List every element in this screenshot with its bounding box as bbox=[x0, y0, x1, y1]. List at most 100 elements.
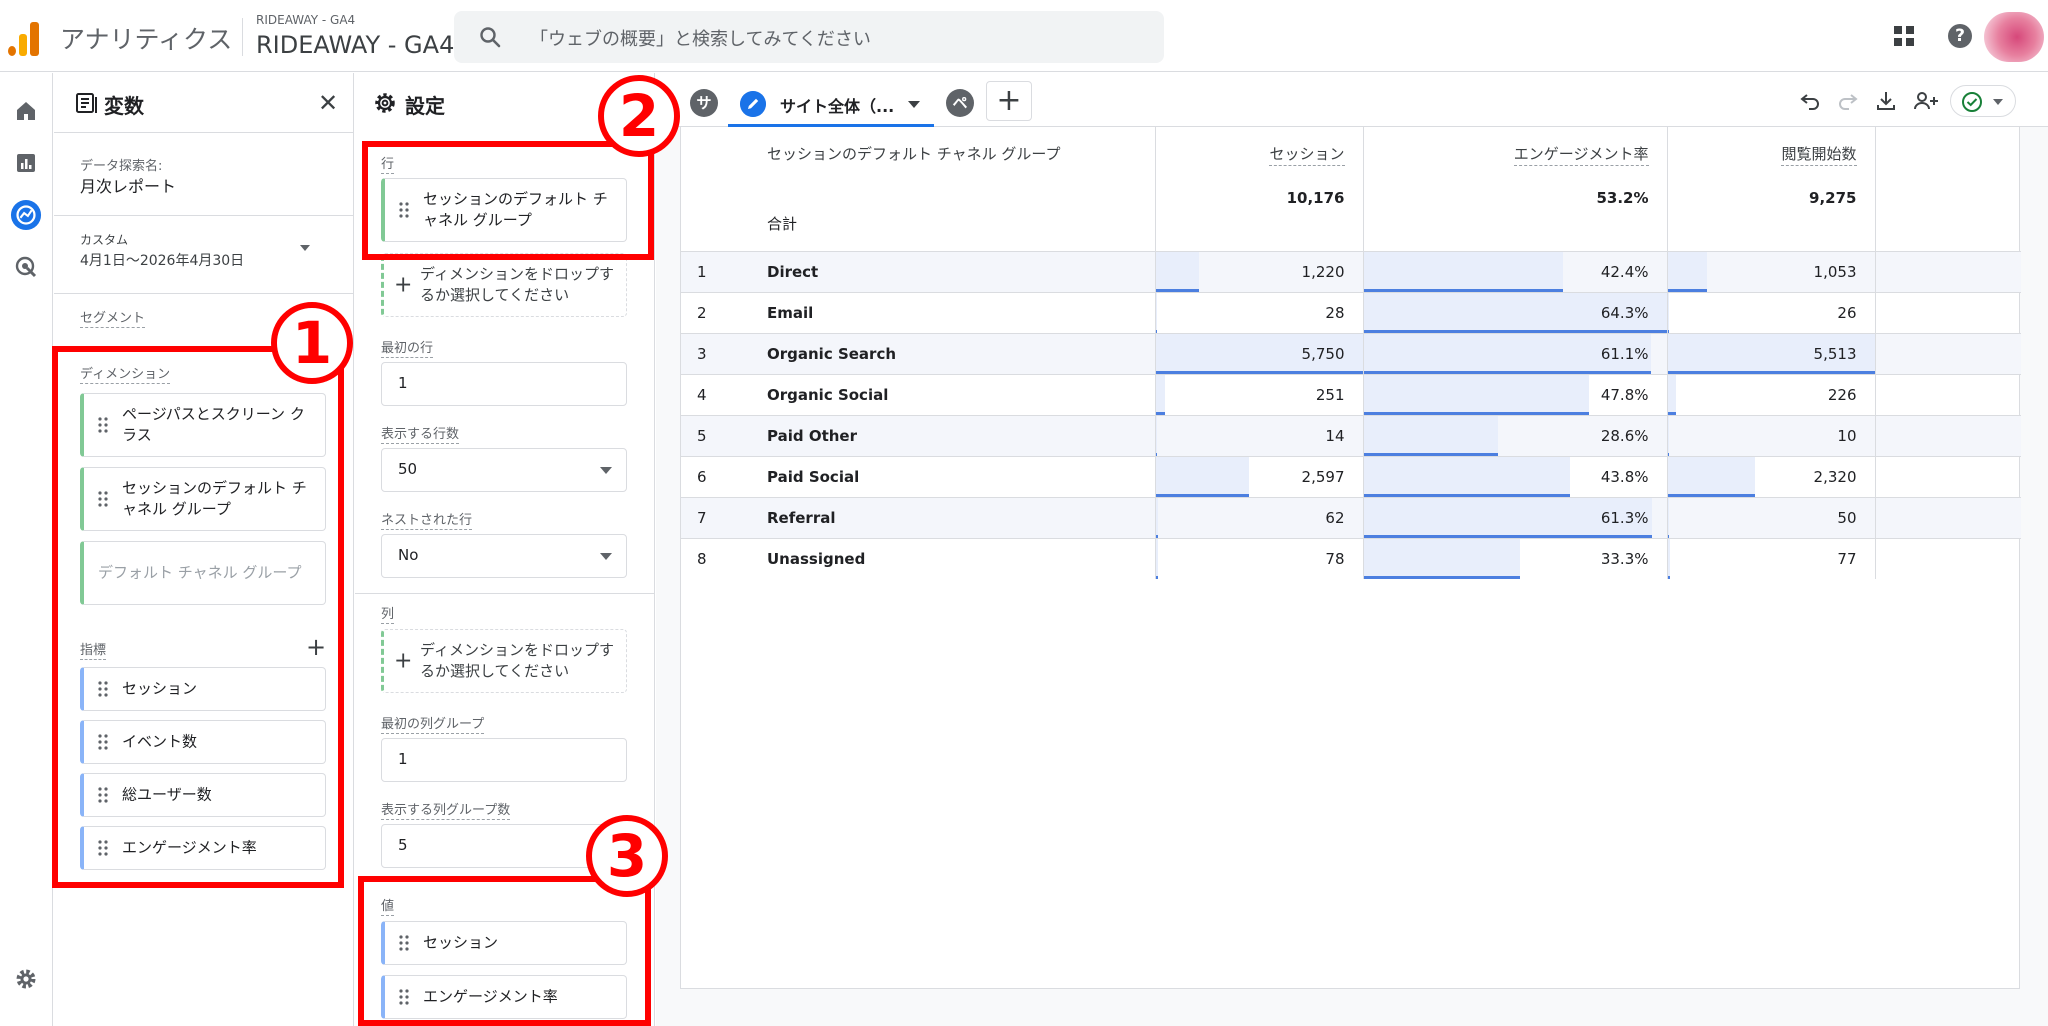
cell-value: 28.6% bbox=[1600, 426, 1649, 445]
cell-value: 1,053 bbox=[1813, 262, 1857, 281]
metric-header-entrances[interactable]: 閲覧開始数 bbox=[1666, 127, 1875, 189]
cell-value: 62 bbox=[1325, 508, 1345, 527]
row-index: 1 bbox=[681, 250, 767, 292]
close-icon[interactable]: ✕ bbox=[316, 91, 340, 115]
first-col-group-input[interactable]: 1 bbox=[381, 738, 627, 782]
show-rows-select[interactable]: 50 bbox=[381, 448, 627, 492]
entrances-cell: 50 bbox=[1666, 496, 1875, 538]
channel-name: Organic Search bbox=[767, 332, 1155, 374]
property-name[interactable]: RIDEAWAY - GA4 bbox=[256, 31, 454, 59]
sessions-cell: 1,220 bbox=[1154, 250, 1363, 292]
add-tab-button[interactable]: + bbox=[986, 81, 1032, 121]
chevron-down-icon bbox=[600, 553, 612, 560]
table-row[interactable]: 6 Paid Social 2,597 43.8% 2,320 bbox=[681, 455, 2021, 497]
status-check-dropdown[interactable] bbox=[1950, 85, 2016, 117]
row-index: 7 bbox=[681, 496, 767, 538]
row-index: 6 bbox=[681, 455, 767, 497]
entrances-cell: 226 bbox=[1666, 373, 1875, 415]
apps-grid-icon[interactable] bbox=[1894, 26, 1914, 46]
engagement-cell: 33.3% bbox=[1362, 537, 1667, 579]
columns-drop-zone[interactable]: + ディメンションをドロップするか選択してください bbox=[381, 629, 627, 693]
channel-name: Paid Other bbox=[767, 414, 1155, 456]
annotation-box-3 bbox=[358, 876, 651, 1026]
date-range-picker[interactable]: カスタム 4月1日～2026年4月30日 bbox=[80, 231, 320, 289]
channel-name: Paid Social bbox=[767, 455, 1155, 497]
home-icon[interactable] bbox=[10, 95, 42, 127]
reports-icon[interactable] bbox=[10, 147, 42, 179]
analytics-logo[interactable] bbox=[8, 20, 40, 56]
metric-header-label: セッション bbox=[1269, 145, 1345, 166]
explore-icon[interactable] bbox=[10, 199, 42, 231]
table-row[interactable]: 1 Direct 1,220 42.4% 1,053 bbox=[681, 250, 2021, 292]
cell-value: 5,513 bbox=[1813, 344, 1857, 363]
index-header bbox=[681, 127, 767, 189]
dimension-header[interactable]: セッションのデフォルト チャネル グループ bbox=[767, 127, 1155, 189]
gear-icon[interactable] bbox=[10, 963, 42, 995]
advertising-icon[interactable] bbox=[10, 251, 42, 283]
tab-s-badge[interactable]: サ bbox=[690, 89, 718, 117]
engagement-cell: 61.1% bbox=[1362, 332, 1667, 374]
cell-value: 2,597 bbox=[1301, 467, 1345, 486]
value-bar bbox=[1667, 456, 1755, 497]
entrances-cell: 26 bbox=[1666, 291, 1875, 333]
search-icon bbox=[480, 27, 501, 48]
table-row[interactable]: 3 Organic Search 5,750 61.1% 5,513 bbox=[681, 332, 2021, 374]
undo-icon[interactable] bbox=[1798, 89, 1822, 113]
redo-icon[interactable] bbox=[1836, 89, 1860, 113]
divider bbox=[242, 18, 243, 56]
tab-pe-badge[interactable]: ペ bbox=[946, 89, 974, 117]
search-input[interactable]: 「ウェブの概要」と検索してみてください bbox=[530, 25, 871, 51]
row-index: 3 bbox=[681, 332, 767, 374]
columns-label-text: 列 bbox=[381, 607, 395, 624]
show-col-groups-label-text: 表示する列グループ数 bbox=[381, 803, 511, 820]
cell-value: 14 bbox=[1325, 426, 1345, 445]
empty-cell bbox=[1874, 455, 2021, 497]
metric-header-engagement[interactable]: エンゲージメント率 bbox=[1362, 127, 1667, 189]
cell-value: 78 bbox=[1325, 549, 1345, 568]
tab-site-overall[interactable]: サイト全体（... bbox=[728, 81, 934, 127]
value-bar bbox=[1667, 251, 1708, 292]
show-col-groups-value: 5 bbox=[398, 836, 408, 854]
cell-value: 226 bbox=[1827, 385, 1857, 404]
first-row-value: 1 bbox=[398, 374, 408, 392]
add-icon[interactable]: + bbox=[394, 649, 412, 674]
gear-icon bbox=[375, 93, 395, 113]
account-name[interactable]: RIDEAWAY - GA4 bbox=[256, 13, 355, 27]
table-row[interactable]: 2 Email 28 64.3% 26 bbox=[681, 291, 2021, 333]
date-range-label: カスタム bbox=[80, 233, 129, 247]
segments-label-text: セグメント bbox=[80, 311, 146, 328]
search-bar[interactable]: 「ウェブの概要」と検索してみてください bbox=[454, 11, 1164, 63]
entrances-cell: 10 bbox=[1666, 414, 1875, 456]
rows-drop-zone[interactable]: + ディメンションをドロップするか選択してください bbox=[381, 253, 627, 317]
cell-value: 33.3% bbox=[1600, 549, 1649, 568]
share-users-icon[interactable] bbox=[1912, 89, 1940, 113]
engagement-cell: 42.4% bbox=[1362, 250, 1667, 292]
annotation-badge-2: 2 bbox=[598, 75, 680, 157]
add-icon[interactable]: + bbox=[394, 273, 412, 298]
first-row-input[interactable]: 1 bbox=[381, 362, 627, 406]
data-table: セッションのデフォルト チャネル グループ セッション エンゲージメント率 閲覧… bbox=[681, 127, 2021, 579]
segments-label: セグメント bbox=[80, 307, 146, 328]
table-row[interactable]: 7 Referral 62 61.3% 50 bbox=[681, 496, 2021, 538]
metric-header-sessions[interactable]: セッション bbox=[1154, 127, 1363, 189]
cell-value: 64.3% bbox=[1600, 303, 1649, 322]
nested-rows-select[interactable]: No bbox=[381, 534, 627, 578]
chevron-down-icon[interactable] bbox=[908, 101, 920, 108]
exploration-name-input[interactable]: 月次レポート bbox=[80, 173, 176, 197]
entrances-cell: 77 bbox=[1666, 537, 1875, 579]
app-name[interactable]: アナリティクス bbox=[60, 20, 232, 56]
value-bar bbox=[1155, 497, 1158, 538]
table-row[interactable]: 8 Unassigned 78 33.3% 77 bbox=[681, 537, 2021, 579]
show-col-groups-label: 表示する列グループ数 bbox=[381, 799, 511, 820]
table-row[interactable]: 5 Paid Other 14 28.6% 10 bbox=[681, 414, 2021, 456]
engagement-cell: 43.8% bbox=[1362, 455, 1667, 497]
row-index: 5 bbox=[681, 414, 767, 456]
drop-zone-text: ディメンションをドロップするか選択してください bbox=[420, 265, 614, 304]
download-icon[interactable] bbox=[1874, 89, 1898, 113]
table-row[interactable]: 4 Organic Social 251 47.8% 226 bbox=[681, 373, 2021, 415]
engagement-cell: 47.8% bbox=[1362, 373, 1667, 415]
help-icon[interactable]: ? bbox=[1948, 24, 1972, 48]
avatar[interactable] bbox=[1984, 12, 2044, 62]
first-row-label-text: 最初の行 bbox=[381, 341, 434, 358]
cell-value: 2,320 bbox=[1813, 467, 1857, 486]
